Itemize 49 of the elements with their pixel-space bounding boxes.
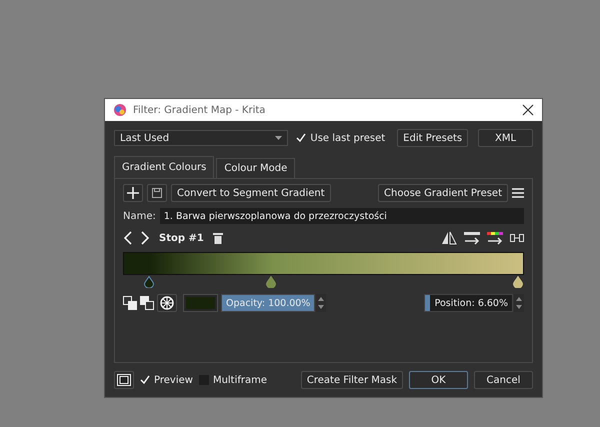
- stop-label: Stop #1: [159, 232, 204, 244]
- stop-handle[interactable]: [512, 276, 523, 288]
- window-title: Filter: Gradient Map - Krita: [133, 104, 266, 116]
- spin-arrows-icon[interactable]: [316, 294, 326, 312]
- name-label: Name:: [123, 210, 156, 222]
- app-logo-icon: [113, 103, 127, 117]
- rainbow-icon[interactable]: [487, 231, 503, 245]
- plus-icon: [127, 187, 139, 199]
- opacity-value: Opacity: 100.00%: [225, 298, 312, 308]
- position-value: Position: 6.60%: [434, 298, 509, 308]
- trash-icon[interactable]: [212, 232, 223, 244]
- stop-handle[interactable]: [266, 276, 276, 288]
- stop-handle[interactable]: [144, 276, 154, 288]
- flip-icon[interactable]: [441, 231, 457, 245]
- stops-icon[interactable]: [510, 233, 524, 243]
- checkbox-label[interactable]: Preview: [154, 374, 193, 386]
- menu-icon[interactable]: [512, 188, 524, 198]
- checkbox-label[interactable]: Use last preset: [310, 132, 386, 144]
- distribute-icon[interactable]: [464, 231, 480, 245]
- previous-icon[interactable]: [123, 231, 133, 245]
- edit-presets-button[interactable]: Edit Presets: [397, 129, 468, 147]
- foreground-icon[interactable]: [123, 296, 137, 310]
- tab[interactable]: Gradient Colours: [114, 156, 214, 178]
- dropdown-arrow-icon: [275, 136, 282, 140]
- convert-button[interactable]: Convert to Segment Gradient: [171, 184, 331, 202]
- next-icon[interactable]: [140, 231, 150, 245]
- create-filter-mask-button[interactable]: Create Filter Mask: [300, 371, 403, 389]
- tab[interactable]: Colour Mode: [216, 158, 296, 178]
- panel-icon: [117, 374, 131, 386]
- position-slider[interactable]: Position: 6.60%: [424, 294, 513, 312]
- spin-arrows-icon[interactable]: [514, 294, 524, 312]
- close-icon[interactable]: [522, 104, 534, 116]
- name-field[interactable]: 1. Barwa pierwszoplanowa do przezroczystości: [160, 208, 524, 224]
- color-wheel-button[interactable]: [157, 294, 177, 312]
- cancel-button[interactable]: Cancel: [474, 371, 533, 389]
- preset-dropdown[interactable]: Last Used: [114, 130, 288, 146]
- checkbox[interactable]: [296, 133, 306, 143]
- xml-button[interactable]: XML: [478, 129, 533, 147]
- color-wheel-icon: [160, 296, 174, 310]
- gradient-bar[interactable]: [123, 252, 524, 275]
- choose-preset-button[interactable]: Choose Gradient Preset: [378, 184, 508, 202]
- add-button[interactable]: [123, 184, 143, 202]
- background-icon[interactable]: [140, 296, 154, 310]
- checkbox-label[interactable]: Multiframe: [212, 374, 268, 386]
- color-swatch[interactable]: [183, 294, 218, 312]
- layout-button[interactable]: [114, 371, 134, 389]
- save-button[interactable]: [147, 184, 167, 202]
- checkbox[interactable]: [140, 375, 150, 385]
- ok-button[interactable]: OK: [409, 371, 468, 389]
